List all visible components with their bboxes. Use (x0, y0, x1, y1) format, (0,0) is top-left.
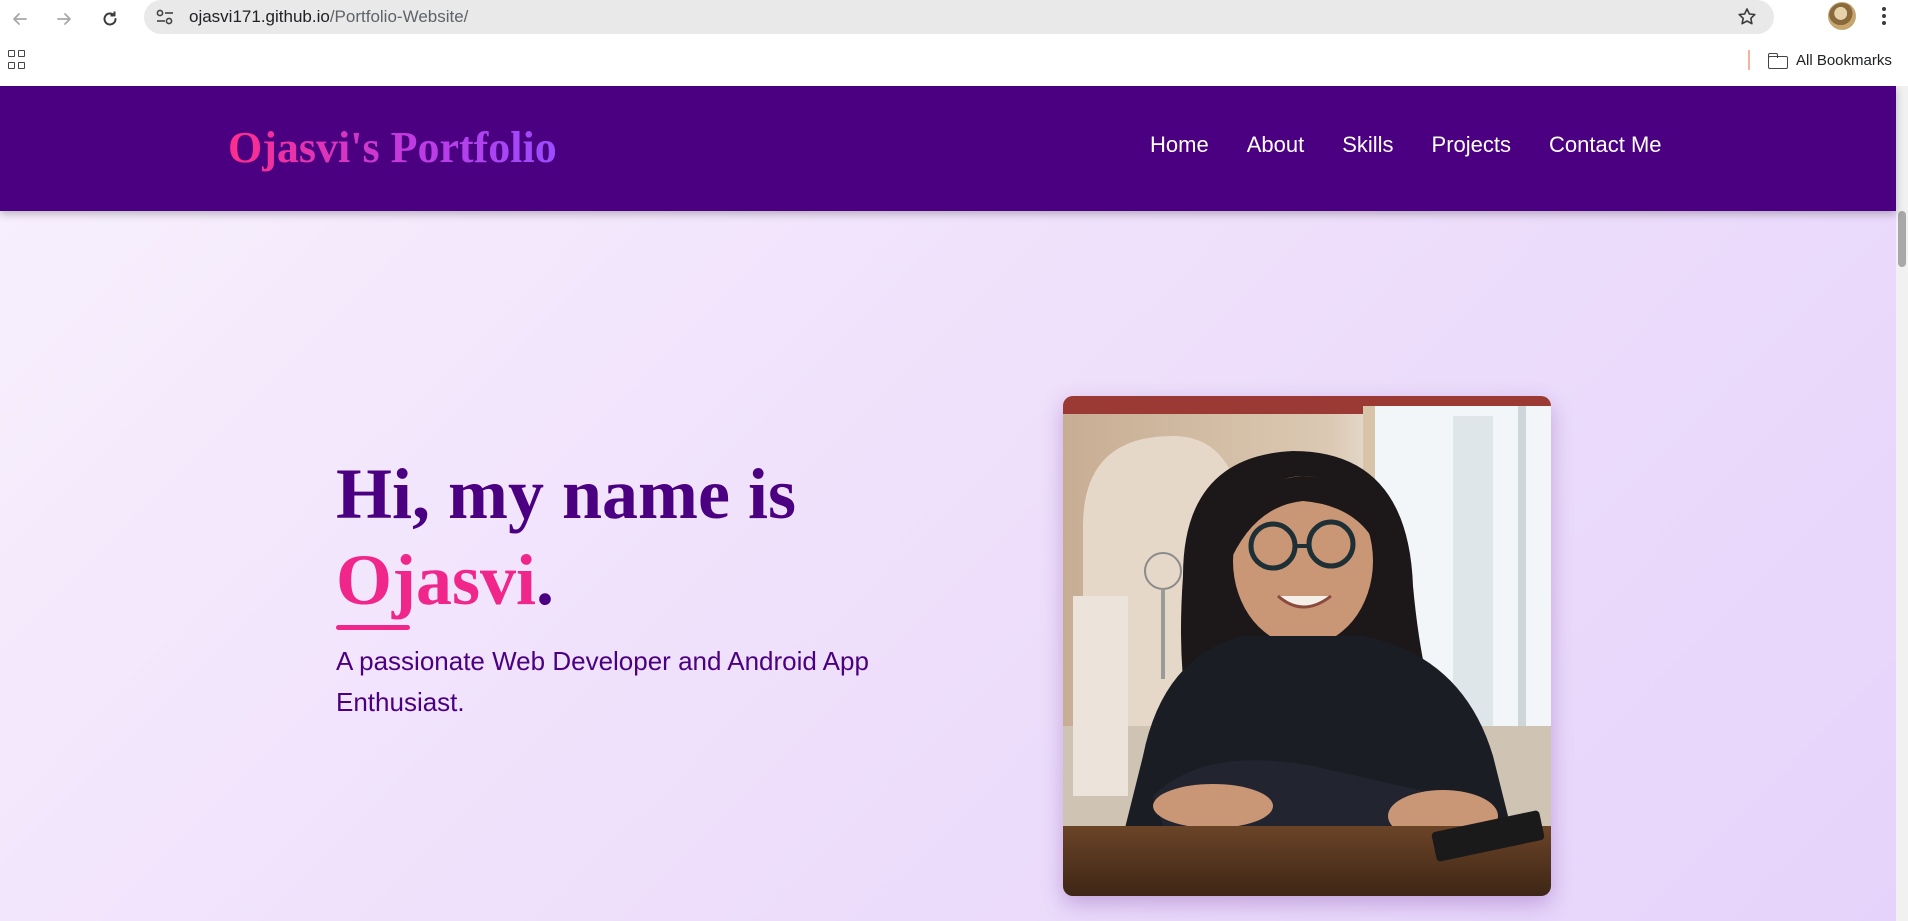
url-host: ojasvi171.github.io (189, 7, 330, 26)
forward-button[interactable] (48, 4, 80, 34)
all-bookmarks-label: All Bookmarks (1796, 51, 1892, 69)
back-button[interactable] (4, 4, 36, 34)
kebab-menu-button[interactable] (1872, 2, 1896, 30)
nav-about[interactable]: About (1247, 132, 1305, 158)
forward-arrow-icon (57, 13, 71, 25)
name-underline (336, 625, 410, 630)
nav-projects[interactable]: Projects (1432, 132, 1511, 158)
site-info-button[interactable] (152, 5, 178, 29)
bookmarks-bar: All Bookmarks (0, 40, 1908, 87)
page-scrollbar[interactable] (1896, 86, 1908, 921)
hero-greeting: Hi, my name is (336, 454, 796, 534)
nav-skills[interactable]: Skills (1342, 132, 1393, 158)
main-nav: Home About Skills Projects Contact Me (1150, 132, 1700, 158)
hero-period: . (536, 540, 555, 620)
nav-home[interactable]: Home (1150, 132, 1209, 158)
hero-title: Hi, my name is Ojasvi. (336, 451, 796, 623)
hero-name: Ojasvi (336, 540, 537, 620)
back-arrow-icon (13, 13, 27, 25)
hero-section: Hi, my name is Ojasvi. A passionate Web D… (0, 211, 1896, 921)
address-bar[interactable]: ojasvi171.github.io/Portfolio-Website/ (144, 0, 1774, 34)
scrollbar-thumb[interactable] (1898, 211, 1906, 267)
profile-photo (1063, 396, 1551, 896)
url-path: /Portfolio-Website/ (329, 7, 469, 26)
browser-toolbar: ojasvi171.github.io/Portfolio-Website/ (0, 0, 1908, 40)
bookmarks-divider (1748, 50, 1750, 70)
page-viewport: Ojasvi's Portfolio Home About Skills Pro… (0, 86, 1908, 921)
profile-avatar[interactable] (1828, 2, 1856, 30)
bookmark-star-icon (1738, 8, 1756, 25)
reload-button[interactable] (94, 4, 126, 34)
reload-icon (103, 11, 117, 26)
kebab-menu-icon (1882, 7, 1886, 11)
site-logo[interactable]: Ojasvi's Portfolio (228, 122, 557, 173)
nav-contact[interactable]: Contact Me (1549, 132, 1662, 158)
url-text[interactable]: ojasvi171.github.io/Portfolio-Website/ (189, 7, 468, 27)
site-info-icon (156, 9, 173, 25)
all-bookmarks-button[interactable]: All Bookmarks (1768, 49, 1892, 71)
hero-subtitle: A passionate Web Developer and Android A… (336, 646, 869, 717)
site-header: Ojasvi's Portfolio Home About Skills Pro… (0, 86, 1896, 211)
profile-photo-image (1063, 396, 1551, 896)
bookmark-star-button[interactable] (1734, 4, 1760, 30)
apps-grid-icon[interactable] (8, 50, 28, 70)
folder-icon (1768, 52, 1788, 69)
